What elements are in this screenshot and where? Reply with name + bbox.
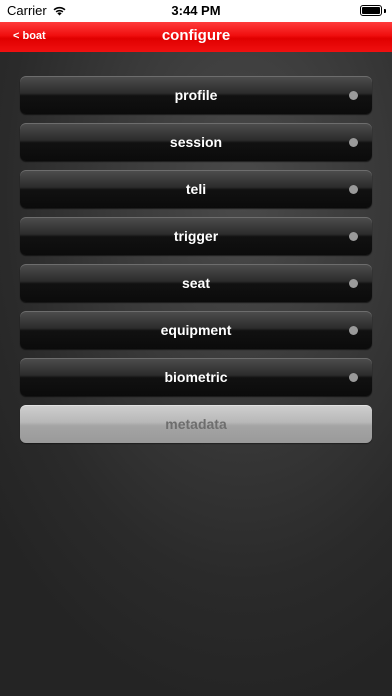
menu-item-profile[interactable]: profile — [20, 76, 372, 114]
menu-item-label: teli — [185, 181, 207, 197]
menu-item-label: session — [169, 134, 223, 150]
indicator-dot-icon — [349, 138, 358, 147]
menu-item-label: trigger — [173, 228, 219, 244]
menu-item-teli[interactable]: teli — [20, 170, 372, 208]
page-title: configure — [161, 27, 231, 44]
battery-icon — [360, 5, 382, 16]
menu-item-label: metadata — [165, 416, 227, 432]
battery-fill — [362, 7, 380, 14]
menu-item-label: profile — [174, 87, 218, 103]
status-bar: Carrier 3:44 PM — [0, 0, 392, 22]
indicator-dot-icon — [349, 326, 358, 335]
menu-item-label: seat — [181, 275, 211, 291]
menu-item-session[interactable]: session — [20, 123, 372, 161]
menu-item-biometric[interactable]: biometric — [20, 358, 372, 396]
menu-item-equipment[interactable]: equipment — [20, 311, 372, 349]
content-area: profile session teli trigger seat equipm… — [0, 52, 392, 696]
indicator-dot-icon — [349, 279, 358, 288]
nav-bar: < boat configure — [0, 22, 392, 52]
menu-item-label: equipment — [160, 322, 232, 338]
indicator-dot-icon — [349, 91, 358, 100]
indicator-dot-icon — [349, 185, 358, 194]
indicator-dot-icon — [349, 373, 358, 382]
status-time: 3:44 PM — [171, 3, 221, 18]
battery-tip — [384, 9, 386, 13]
menu-item-metadata[interactable]: metadata — [20, 405, 372, 443]
indicator-dot-icon — [349, 232, 358, 241]
menu-item-trigger[interactable]: trigger — [20, 217, 372, 255]
menu-item-seat[interactable]: seat — [20, 264, 372, 302]
menu-item-label: biometric — [164, 369, 228, 385]
menu-list: profile session teli trigger seat equipm… — [20, 76, 372, 452]
